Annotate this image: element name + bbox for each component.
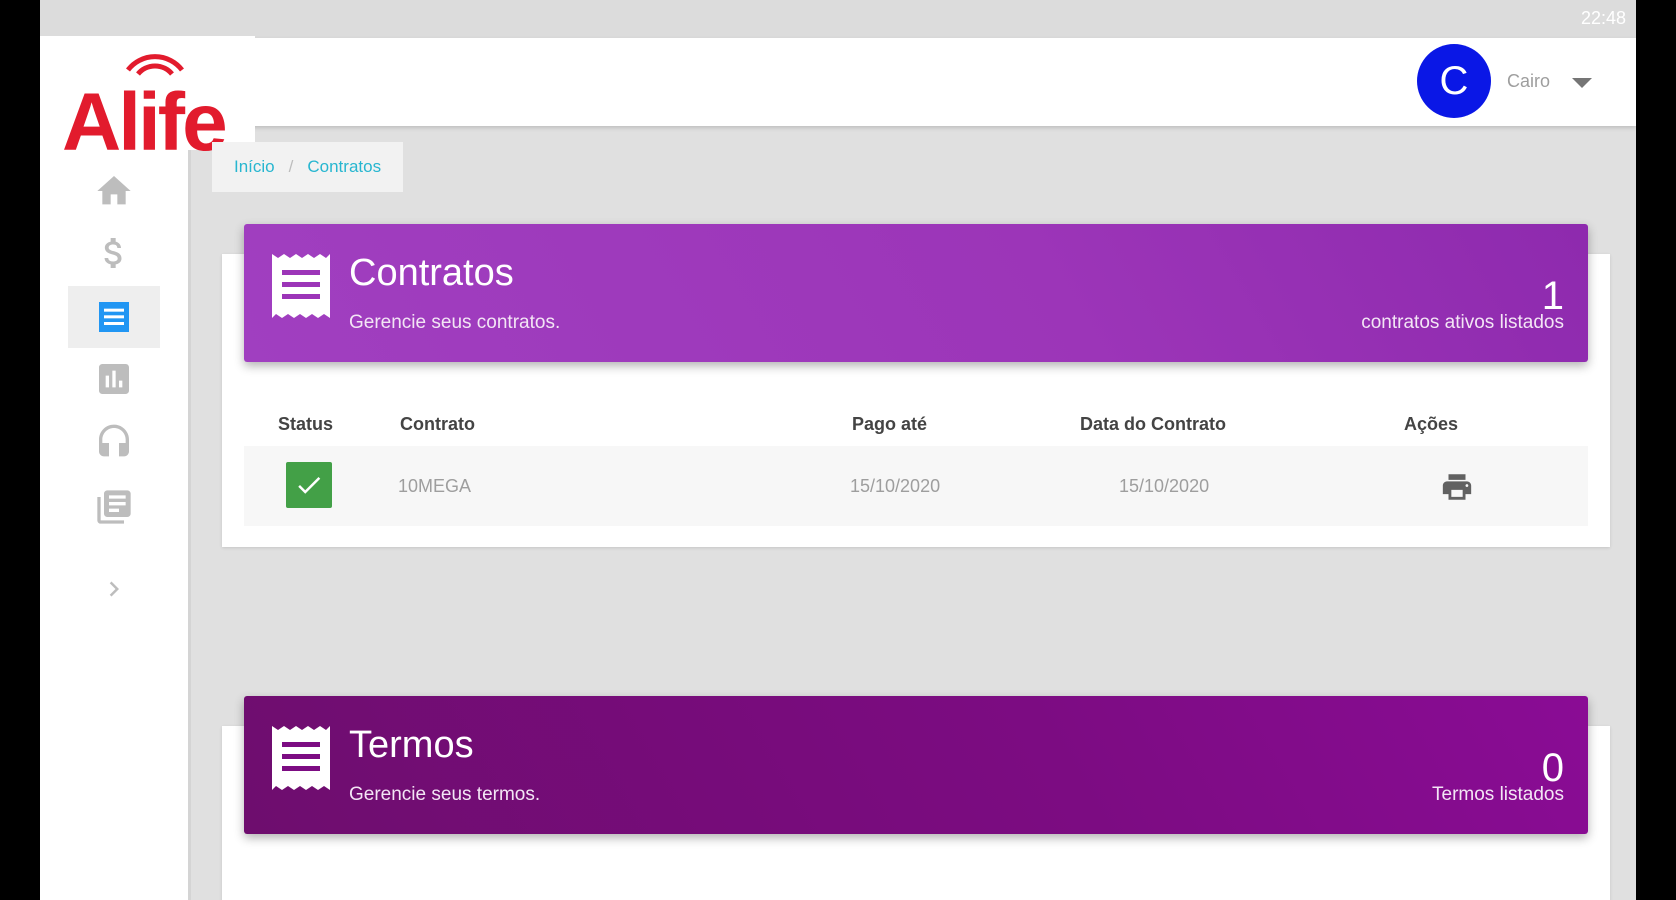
sidebar-item-suporte[interactable] bbox=[68, 412, 160, 474]
termos-card: Termos Gerencie seus termos. 0 Termos li… bbox=[222, 696, 1610, 900]
sidebar-item-financeiro[interactable] bbox=[68, 222, 160, 284]
contratos-header: Contratos Gerencie seus contratos. 1 con… bbox=[244, 224, 1588, 362]
contratos-card: Contratos Gerencie seus contratos. 1 con… bbox=[222, 224, 1610, 547]
app-screen: 22:48 C Cairo Alife Início / Contratos C… bbox=[40, 0, 1636, 900]
sidebar-item-relatorios[interactable] bbox=[68, 348, 160, 410]
column-header-data-contrato: Data do Contrato bbox=[1080, 414, 1226, 434]
cell-contrato: 10MEGA bbox=[398, 476, 472, 496]
headset-icon bbox=[99, 424, 129, 457]
home-icon bbox=[97, 176, 131, 205]
chart-icon bbox=[99, 364, 129, 394]
card-count-label: contratos ativos listados bbox=[1361, 312, 1564, 333]
breadcrumb-home[interactable]: Início bbox=[234, 157, 275, 177]
breadcrumb-current[interactable]: Contratos bbox=[307, 157, 381, 177]
chevron-down-icon[interactable] bbox=[1572, 78, 1592, 88]
column-header-pago-ate: Pago até bbox=[852, 414, 928, 434]
sidebar-expand-button[interactable] bbox=[68, 558, 160, 620]
check-icon bbox=[298, 477, 321, 494]
avatar[interactable]: C bbox=[1417, 44, 1491, 118]
card-count-label: Termos listados bbox=[1432, 784, 1564, 805]
table-row: 10MEGA 15/10/2020 15/10/2020 bbox=[244, 446, 1588, 526]
sidebar-item-documentos[interactable] bbox=[68, 476, 160, 538]
dollar-icon bbox=[104, 238, 122, 268]
cell-data-contrato: 15/10/2020 bbox=[1119, 476, 1210, 496]
sidebar bbox=[40, 126, 191, 900]
chevron-right-icon bbox=[109, 581, 119, 597]
column-header-acoes: Ações bbox=[1404, 414, 1459, 434]
card-subtitle: Gerencie seus termos. bbox=[349, 784, 541, 805]
sidebar-item-contratos[interactable] bbox=[68, 286, 160, 348]
status-bar: 22:48 bbox=[40, 0, 1636, 38]
breadcrumb-separator: / bbox=[288, 157, 294, 176]
termos-header: Termos Gerencie seus termos. 0 Termos li… bbox=[244, 696, 1588, 834]
top-bar: C Cairo bbox=[40, 38, 1636, 126]
user-name[interactable]: Cairo bbox=[1507, 71, 1550, 92]
column-header-contrato: Contrato bbox=[400, 414, 475, 434]
print-icon[interactable] bbox=[1440, 470, 1474, 504]
cell-pago-ate: 15/10/2020 bbox=[850, 476, 941, 496]
clock: 22:48 bbox=[1580, 8, 1626, 28]
documents-icon bbox=[97, 490, 131, 524]
breadcrumb: Início / Contratos bbox=[212, 142, 404, 192]
receipt-icon bbox=[272, 254, 330, 318]
status-badge bbox=[286, 462, 332, 508]
main-content: Início / Contratos Contratos Gerencie se… bbox=[188, 126, 1636, 900]
column-header-status: Status bbox=[278, 414, 334, 434]
receipt-icon bbox=[272, 726, 330, 790]
card-title: Contratos bbox=[349, 252, 514, 294]
contracts-list-icon bbox=[99, 302, 129, 332]
card-title: Termos bbox=[349, 724, 474, 766]
card-subtitle: Gerencie seus contratos. bbox=[349, 312, 561, 333]
